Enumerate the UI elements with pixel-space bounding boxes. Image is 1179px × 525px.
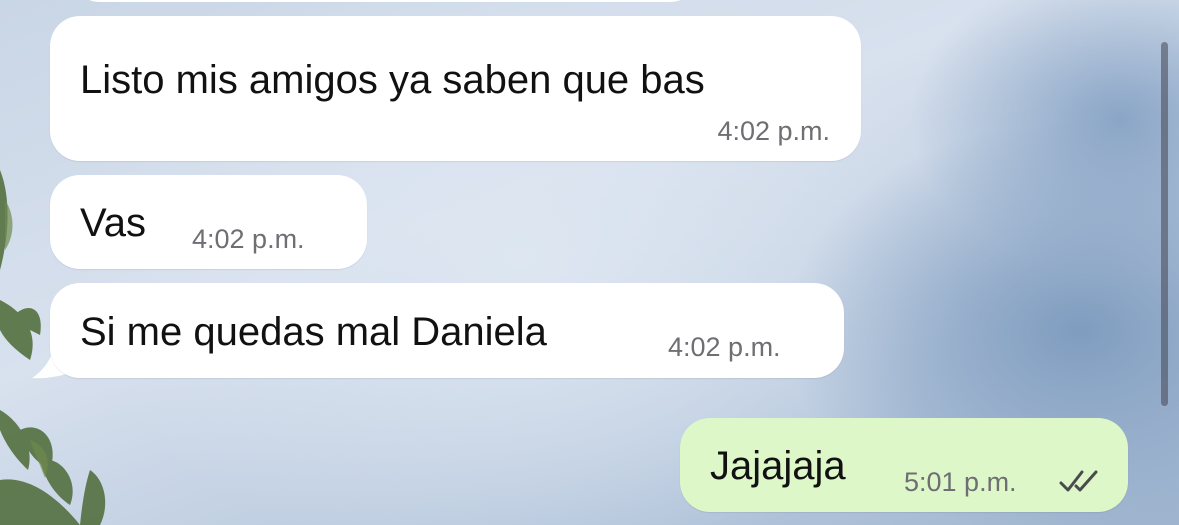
message-text: Vas	[80, 201, 146, 245]
message-bubble-incoming[interactable]: Si me quedas mal Daniela 4:02 p.m.	[50, 283, 844, 378]
message-bubble-incoming[interactable]: Listo mis amigos ya saben que bas 4:02 p…	[50, 16, 861, 161]
message-timestamp: 4:02 p.m.	[717, 116, 830, 146]
scrollbar[interactable]	[1161, 42, 1168, 406]
message-bubble-incoming[interactable]: Vas 4:02 p.m.	[50, 175, 367, 269]
message-text: Listo mis amigos ya saben que bas	[80, 58, 705, 102]
message-text: Jajajaja	[710, 444, 846, 488]
message-timestamp: 5:01 p.m.	[904, 467, 1017, 497]
message-timestamp: 4:02 p.m.	[668, 332, 781, 362]
message-bubble-outgoing[interactable]: Jajajaja 5:01 p.m.	[680, 418, 1128, 512]
double-check-icon	[1059, 470, 1098, 492]
previous-message-bubble-edge	[70, 0, 700, 2]
message-text: Si me quedas mal Daniela	[80, 310, 547, 354]
message-timestamp: 4:02 p.m.	[192, 224, 305, 254]
